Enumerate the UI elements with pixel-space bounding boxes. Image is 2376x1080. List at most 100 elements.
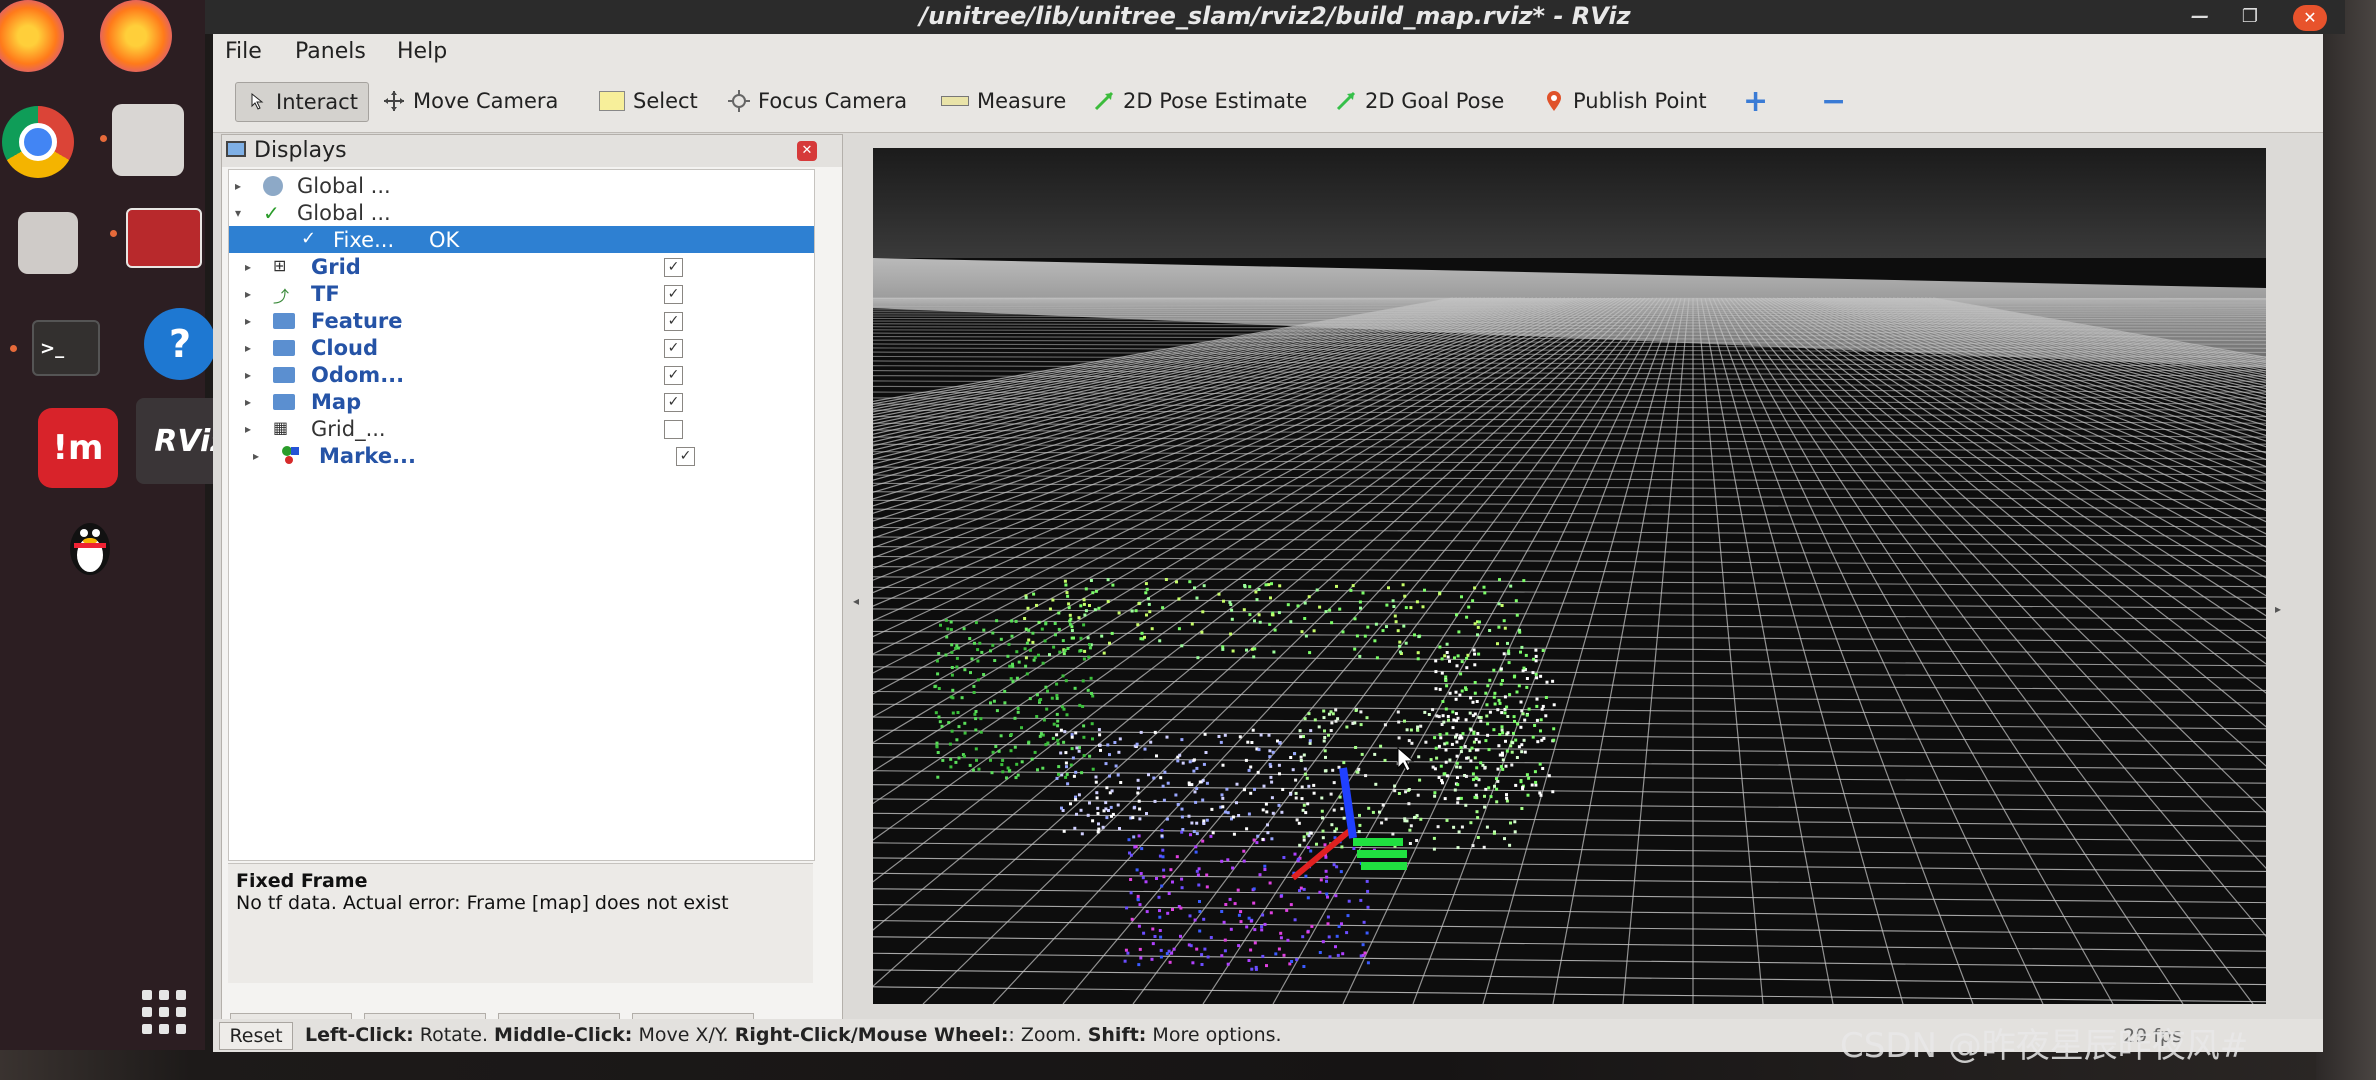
move-arrows-icon bbox=[384, 91, 404, 111]
chrome-icon[interactable] bbox=[2, 106, 74, 178]
window-titlebar[interactable]: /unitree/lib/unitree_slam/rviz2/build_ma… bbox=[205, 0, 2345, 34]
running-indicator bbox=[110, 230, 117, 237]
displays-tree: ▸ Global ... ▾ ✓ Global ... ✓ Fixe... OK… bbox=[228, 169, 815, 861]
cursor-hand-icon bbox=[251, 92, 264, 110]
grid-map-checkbox[interactable] bbox=[664, 420, 683, 439]
tree-row-map[interactable]: ▸ Map ✓ bbox=[229, 388, 814, 415]
collapse-right-icon[interactable]: ▸ bbox=[2275, 602, 2281, 616]
displays-panel: Displays ✕ ▸ Global ... ▾ ✓ Global ... ✓… bbox=[221, 134, 843, 1046]
tree-row-global-options[interactable]: ▸ Global ... bbox=[229, 172, 814, 199]
displays-title: Displays bbox=[254, 138, 347, 163]
tree-row-tf[interactable]: ▸ ⤴ TF ✓ bbox=[229, 280, 814, 307]
expand-arrow-icon[interactable]: ▸ bbox=[245, 314, 251, 328]
terminal-icon[interactable]: >_ bbox=[32, 320, 100, 376]
interact-button[interactable]: Interact bbox=[235, 82, 369, 122]
grid-checkbox[interactable]: ✓ bbox=[664, 258, 683, 277]
qq-penguin-icon[interactable] bbox=[60, 510, 120, 580]
menu-file[interactable]: File bbox=[225, 39, 262, 64]
firefox-icon[interactable] bbox=[0, 0, 64, 72]
rviz-window: File Panels Help Interact Move Camera Se… bbox=[213, 34, 2323, 1052]
reset-button[interactable]: Reset bbox=[219, 1022, 293, 1050]
files-icon[interactable] bbox=[112, 104, 184, 176]
im-app-icon[interactable]: !m bbox=[38, 408, 118, 488]
checkmark-icon: ✓ bbox=[263, 201, 280, 225]
fixed-frame-status: OK bbox=[429, 227, 460, 252]
marker-shapes-icon bbox=[281, 445, 301, 465]
menubar: File Panels Help bbox=[213, 34, 2323, 70]
expand-arrow-icon[interactable]: ▸ bbox=[245, 368, 251, 382]
grid-map-icon: ▦ bbox=[273, 418, 289, 437]
property-description: Fixed Frame No tf data. Actual error: Fr… bbox=[228, 863, 813, 983]
show-apps-icon[interactable] bbox=[142, 990, 186, 1034]
tree-row-feature[interactable]: ▸ Feature ✓ bbox=[229, 307, 814, 334]
folder-icon bbox=[273, 394, 295, 410]
publish-point-button[interactable]: Publish Point bbox=[1543, 82, 1707, 120]
map-checkbox[interactable]: ✓ bbox=[664, 393, 683, 412]
expand-arrow-icon[interactable]: ▸ bbox=[245, 260, 251, 274]
plus-icon: + bbox=[1743, 83, 1769, 119]
move-camera-button[interactable]: Move Camera bbox=[383, 82, 558, 120]
folder-icon bbox=[273, 340, 295, 356]
tree-row-cloud[interactable]: ▸ Cloud ✓ bbox=[229, 334, 814, 361]
folder-icon bbox=[273, 313, 295, 329]
3d-render-view[interactable] bbox=[873, 148, 2266, 1004]
expand-arrow-icon[interactable]: ▸ bbox=[245, 395, 251, 409]
running-indicator bbox=[10, 345, 17, 352]
green-arrow-icon bbox=[1336, 91, 1356, 111]
close-panel-icon[interactable]: ✕ bbox=[797, 141, 817, 161]
menu-panels[interactable]: Panels bbox=[295, 39, 366, 64]
checkmark-icon: ✓ bbox=[301, 228, 317, 249]
measure-button[interactable]: Measure bbox=[941, 82, 1066, 120]
tree-row-fixed-frame[interactable]: ✓ Fixe... OK bbox=[229, 226, 814, 253]
expand-arrow-icon[interactable]: ▸ bbox=[245, 341, 251, 355]
window-title: /unitree/lib/unitree_slam/rviz2/build_ma… bbox=[919, 2, 1631, 30]
tree-row-odometry[interactable]: ▸ Odom... ✓ bbox=[229, 361, 814, 388]
grid-app-icon[interactable] bbox=[126, 208, 202, 268]
toolbar: Interact Move Camera Select Focus Camera… bbox=[213, 70, 2323, 133]
close-icon[interactable]: ✕ bbox=[2293, 5, 2327, 31]
pose-estimate-button[interactable]: 2D Pose Estimate bbox=[1093, 82, 1307, 120]
goal-pose-button[interactable]: 2D Goal Pose bbox=[1335, 82, 1504, 120]
maximize-icon[interactable]: ❐ bbox=[2235, 6, 2265, 28]
minimize-icon[interactable]: — bbox=[2185, 6, 2215, 28]
add-tool-button[interactable]: + bbox=[1743, 82, 1768, 120]
point-cloud-scene bbox=[873, 148, 2266, 1004]
grid-icon: ⊞ bbox=[273, 256, 287, 275]
collapse-arrow-icon[interactable]: ▾ bbox=[235, 206, 241, 220]
tree-row-marker[interactable]: ▸ Marke... ✓ bbox=[229, 442, 814, 469]
mouse-help-text: Left-Click: Rotate. Middle-Click: Move X… bbox=[305, 1024, 1282, 1046]
expand-arrow-icon[interactable]: ▸ bbox=[245, 422, 251, 436]
feature-checkbox[interactable]: ✓ bbox=[664, 312, 683, 331]
map-pin-icon bbox=[1547, 91, 1561, 111]
collapse-left-icon[interactable]: ◂ bbox=[853, 594, 859, 608]
focus-crosshair-icon bbox=[728, 90, 750, 112]
monitor-bezel-right bbox=[2316, 0, 2376, 1080]
odometry-checkbox[interactable]: ✓ bbox=[664, 366, 683, 385]
expand-arrow-icon[interactable]: ▸ bbox=[245, 287, 251, 301]
marker-checkbox[interactable]: ✓ bbox=[676, 447, 695, 466]
expand-arrow-icon[interactable]: ▸ bbox=[253, 449, 259, 463]
tf-checkbox[interactable]: ✓ bbox=[664, 285, 683, 304]
gear-icon bbox=[263, 176, 283, 196]
info-text: No tf data. Actual error: Frame [map] do… bbox=[236, 892, 729, 914]
monitor-icon bbox=[226, 141, 246, 157]
remove-tool-button[interactable]: − bbox=[1821, 82, 1846, 120]
minus-icon: − bbox=[1821, 83, 1847, 119]
cloud-checkbox[interactable]: ✓ bbox=[664, 339, 683, 358]
select-rect-icon bbox=[599, 91, 625, 111]
menu-help[interactable]: Help bbox=[397, 39, 447, 64]
background-sky bbox=[873, 148, 2266, 258]
focus-camera-button[interactable]: Focus Camera bbox=[728, 82, 907, 120]
firefox-icon[interactable] bbox=[100, 0, 172, 72]
select-button[interactable]: Select bbox=[599, 82, 698, 120]
ruler-icon bbox=[941, 96, 969, 106]
help-icon[interactable]: ? bbox=[144, 308, 216, 380]
running-indicator bbox=[100, 135, 107, 142]
expand-arrow-icon[interactable]: ▸ bbox=[235, 179, 241, 193]
green-arrow-icon bbox=[1094, 91, 1114, 111]
tree-row-grid[interactable]: ▸ ⊞ Grid ✓ bbox=[229, 253, 814, 280]
tree-row-grid-map[interactable]: ▸ ▦ Grid_... bbox=[229, 415, 814, 442]
files-icon[interactable] bbox=[18, 212, 78, 274]
info-title: Fixed Frame bbox=[236, 870, 368, 892]
tree-row-global-status[interactable]: ▾ ✓ Global ... bbox=[229, 199, 814, 226]
